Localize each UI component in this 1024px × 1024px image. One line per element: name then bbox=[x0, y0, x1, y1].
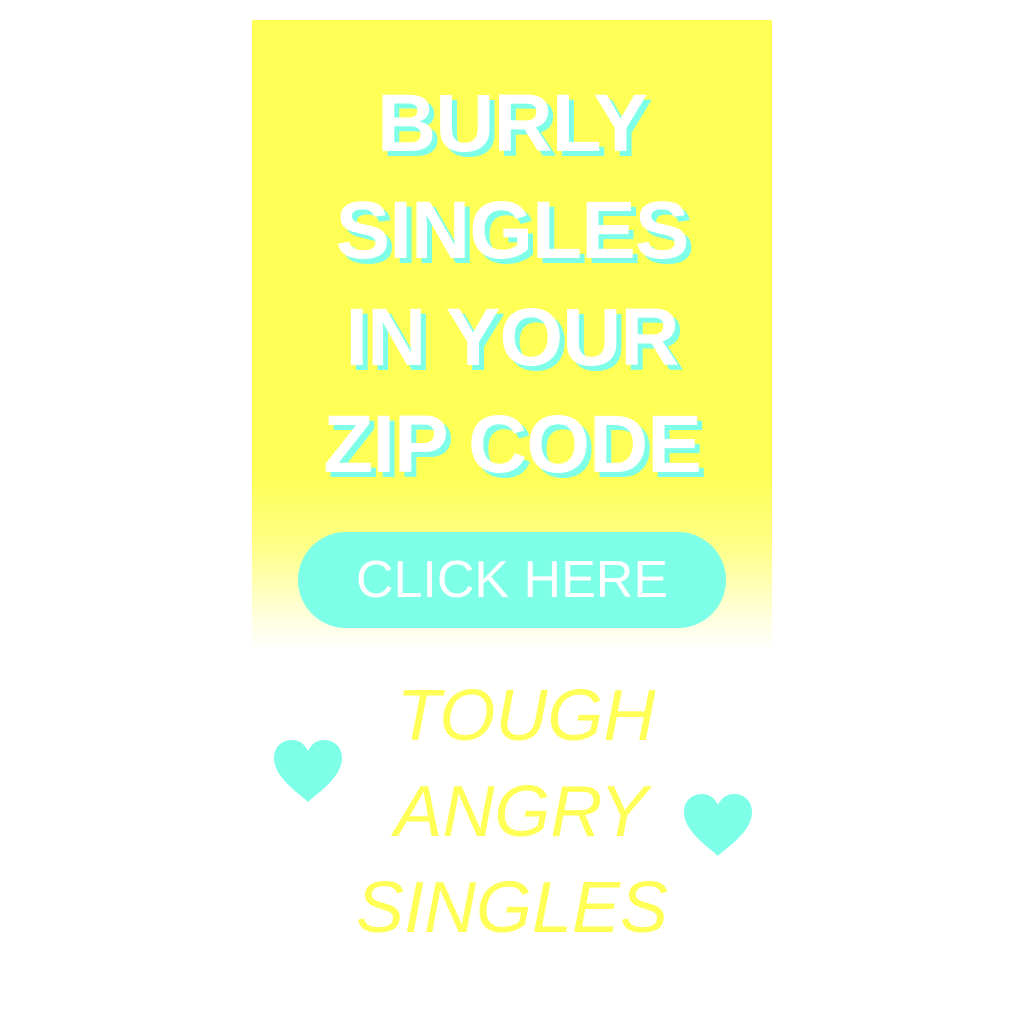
headline-line: IN YOUR bbox=[345, 292, 679, 383]
tagline-line: SINGLES bbox=[355, 868, 669, 948]
ad-canvas: BURLY SINGLES IN YOUR ZIP CODE CLICK HER… bbox=[0, 0, 1024, 1024]
tagline-line: TOUGH bbox=[396, 676, 656, 756]
ad-headline: BURLY SINGLES IN YOUR ZIP CODE bbox=[252, 70, 772, 498]
headline-line: SINGLES bbox=[335, 185, 690, 276]
heart-icon bbox=[684, 794, 752, 856]
headline-line: BURLY bbox=[377, 78, 648, 169]
click-here-button[interactable]: CLICK HERE bbox=[298, 532, 726, 628]
headline-line: ZIP CODE bbox=[323, 399, 702, 490]
heart-icon bbox=[274, 740, 342, 802]
